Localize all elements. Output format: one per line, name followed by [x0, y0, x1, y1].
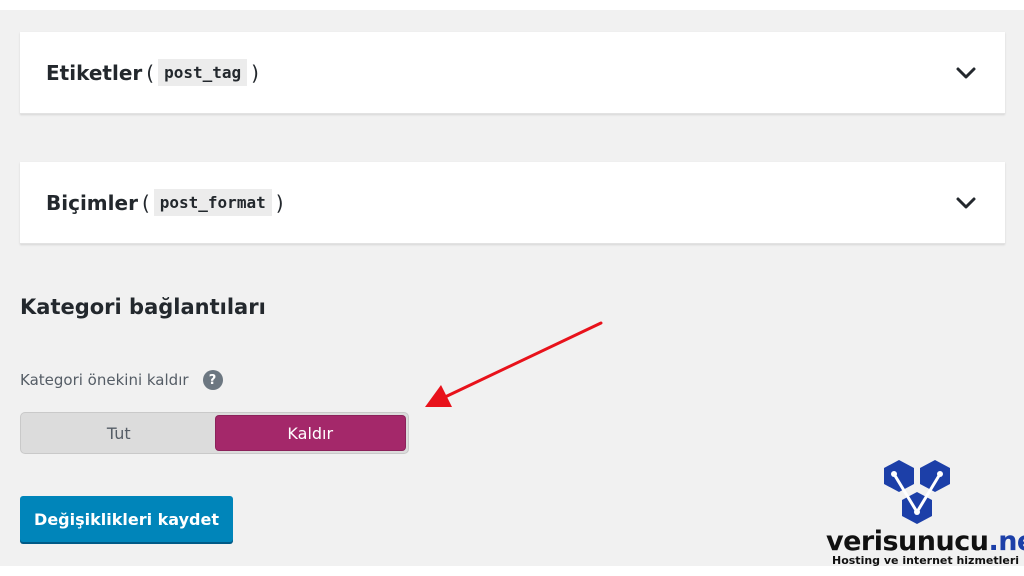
accordion-bicimler-code: post_format [153, 189, 272, 216]
accordion-bicimler-title: Biçimler ( post_format ) [46, 189, 288, 216]
help-icon[interactable]: ? [202, 370, 223, 390]
brand-name: verisunucu.net [826, 526, 1024, 557]
accordion-etiketler-label: Etiketler [46, 60, 143, 85]
brand-name-prefix: verisunucu [826, 526, 989, 557]
toggle-option-tut[interactable]: Tut [23, 415, 215, 451]
close-paren: ) [251, 60, 259, 85]
category-prefix-label: Kategori önekini kaldır [20, 371, 189, 389]
open-paren: ( [141, 190, 150, 215]
chevron-down-icon[interactable] [955, 66, 977, 80]
brand-tagline: Hosting ve internet hizmetleri [832, 554, 1020, 567]
open-paren: ( [146, 60, 155, 85]
brand-watermark: verisunucu.net Hosting ve internet hizme… [818, 460, 1024, 570]
section-title-category-links: Kategori bağlantıları [20, 295, 266, 319]
accordion-etiketler[interactable]: Etiketler ( post_tag ) [20, 32, 1005, 114]
accordion-bicimler-label: Biçimler [46, 190, 138, 215]
category-prefix-field: Kategori önekini kaldır ? [20, 370, 223, 390]
accordion-etiketler-code: post_tag [158, 59, 248, 86]
toggle-option-kaldir[interactable]: Kaldır [214, 415, 406, 451]
chevron-down-icon[interactable] [955, 196, 977, 210]
annotation-arrow [425, 321, 603, 407]
category-prefix-toggle[interactable]: Tut Kaldır [20, 412, 409, 454]
accordion-etiketler-title: Etiketler ( post_tag ) [46, 59, 263, 86]
brand-logo-icon [884, 460, 950, 524]
accordion-bicimler[interactable]: Biçimler ( post_format ) [20, 162, 1005, 244]
brand-name-suffix: .net [988, 526, 1024, 557]
save-changes-button[interactable]: Değişiklikleri kaydet [20, 496, 233, 542]
close-paren: ) [275, 190, 284, 215]
